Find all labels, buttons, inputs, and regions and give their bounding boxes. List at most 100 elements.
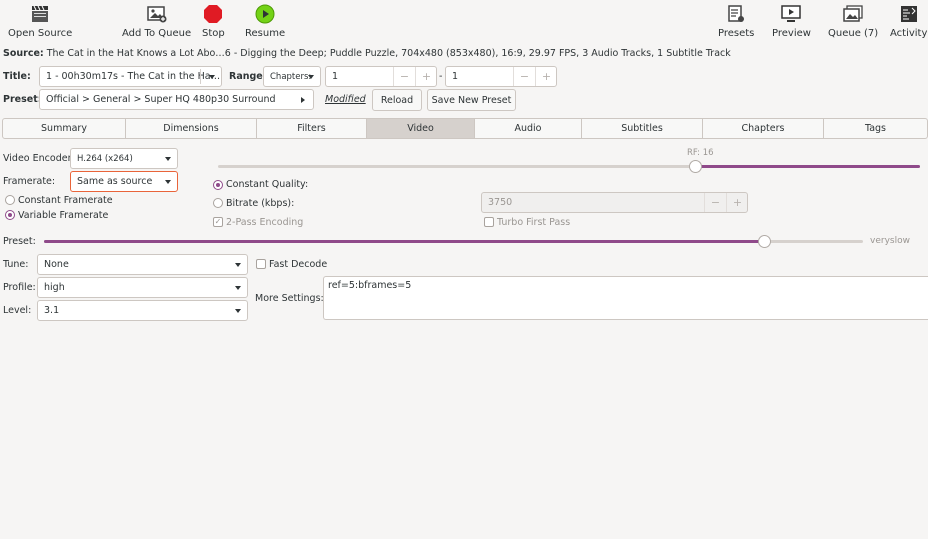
stop-label: Stop [202,28,225,39]
presets-label: Presets [718,28,755,39]
preset-label: Preset: [3,94,42,105]
reload-button[interactable]: Reload [372,89,422,111]
video-encoder-value: H.264 (x264) [77,153,133,164]
chevron-right-icon [301,97,305,103]
encoder-preset-slider-fill [44,240,765,243]
video-encoder-select[interactable]: H.264 (x264) [70,148,178,169]
tab-audio[interactable]: Audio [475,119,582,138]
tune-select[interactable]: None [37,254,248,275]
more-settings-label: More Settings: [255,293,324,304]
framerate-select[interactable]: Same as source [70,171,178,192]
constant-quality-radio[interactable] [213,180,223,190]
video-encoder-label: Video Encoder: [3,153,75,164]
tab-tags[interactable]: Tags [824,119,927,138]
resume-button[interactable]: Resume [245,4,285,39]
constant-framerate-label: Constant Framerate [18,195,113,206]
variable-framerate-label: Variable Framerate [18,210,109,221]
preset-select-value: Official > General > Super HQ 480p30 Sur… [46,94,276,105]
tune-value: None [44,259,69,270]
queue-button[interactable]: Queue (7) [828,4,878,39]
tab-chapters[interactable]: Chapters [703,119,824,138]
more-settings-textarea[interactable]: ref=5:bframes=5 [323,276,928,320]
encoder-preset-label: Preset: [3,236,36,247]
tab-summary[interactable]: Summary [3,119,126,138]
play-icon [254,4,276,24]
turbo-first-pass-checkbox[interactable] [484,217,494,227]
chevron-down-icon [209,75,215,79]
tab-video[interactable]: Video [367,119,475,138]
plus-icon[interactable]: + [535,67,556,86]
rf-value-label: RF: 16 [687,148,714,158]
queue-icon [842,4,864,24]
tab-filters[interactable]: Filters [257,119,367,138]
source-value: The Cat in the Hat Knows a Lot Abo…6 - D… [46,48,731,59]
range-dash: - [439,71,443,82]
two-pass-checkbox[interactable]: ✓ [213,217,223,227]
level-value: 3.1 [44,305,60,316]
preview-button[interactable]: Preview [772,4,811,39]
activity-label: Activity [890,28,928,39]
activity-button[interactable]: Activity [890,4,927,39]
encoder-preset-slider-handle[interactable] [758,235,772,248]
minus-icon[interactable]: − [393,67,415,86]
range-mode-value: Chapters: [270,71,312,82]
range-start-value: 1 [332,71,339,82]
activity-log-icon [898,4,920,24]
monitor-icon [780,4,802,24]
encoder-preset-value: veryslow [870,236,910,246]
chevron-down-icon [165,157,171,161]
chevron-down-icon [235,286,241,290]
bitrate-value: 3750 [488,197,513,208]
presets-icon [725,4,747,24]
add-to-queue-label: Add To Queue [122,28,192,39]
tab-dimensions[interactable]: Dimensions [126,119,257,138]
range-mode-select[interactable]: Chapters: [263,66,321,87]
stop-button[interactable]: Stop [202,4,225,39]
queue-label: Queue (7) [828,28,879,39]
add-queue-icon [146,4,168,24]
tab-subtitles[interactable]: Subtitles [582,119,703,138]
open-source-label: Open Source [8,28,73,39]
add-to-queue-button[interactable]: Add To Queue [122,4,191,39]
constant-framerate-radio[interactable] [5,195,15,205]
chevron-down-icon [235,263,241,267]
rf-slider-handle[interactable] [688,160,702,173]
rf-slider-fill [695,165,920,168]
preset-select[interactable]: Official > General > Super HQ 480p30 Sur… [39,89,314,110]
bitrate-input[interactable]: 3750 − + [481,192,748,213]
source-label: Source: [3,48,44,59]
preview-label: Preview [772,28,811,39]
plus-icon[interactable]: + [726,193,747,212]
title-select-separator [200,69,201,84]
two-pass-label: 2-Pass Encoding [226,217,304,228]
tune-label: Tune: [3,259,29,270]
bitrate-label: Bitrate (kbps): [226,198,295,209]
profile-value: high [44,282,65,293]
minus-icon[interactable]: − [513,67,535,86]
profile-select[interactable]: high [37,277,248,298]
range-end-spinner[interactable]: 1 − + [445,66,557,87]
fast-decode-label: Fast Decode [269,259,328,270]
chevron-down-icon [165,180,171,184]
range-label: Range: [229,71,267,82]
open-source-button[interactable]: Open Source [8,4,72,39]
range-start-spinner[interactable]: 1 − + [325,66,437,87]
title-select[interactable]: 1 - 00h30m17s - The Cat in the Ha… [39,66,222,87]
fast-decode-checkbox[interactable] [256,259,266,269]
more-settings-value: ref=5:bframes=5 [328,280,412,291]
minus-icon[interactable]: − [704,193,726,212]
clapperboard-icon [29,4,51,24]
variable-framerate-radio[interactable] [5,210,15,220]
bitrate-radio[interactable] [213,198,223,208]
tab-bar: Summary Dimensions Filters Video Audio S… [2,118,928,139]
save-new-preset-button[interactable]: Save New Preset [427,89,516,111]
modified-indicator: Modified [325,94,366,105]
level-select[interactable]: 3.1 [37,300,248,321]
presets-button[interactable]: Presets [718,4,754,39]
stop-icon [202,4,224,24]
source-info: Source: The Cat in the Hat Knows a Lot A… [3,48,731,59]
title-label: Title: [3,71,31,82]
plus-icon[interactable]: + [415,67,436,86]
title-select-value: 1 - 00h30m17s - The Cat in the Ha… [46,71,221,82]
turbo-first-pass-label: Turbo First Pass [497,217,571,228]
